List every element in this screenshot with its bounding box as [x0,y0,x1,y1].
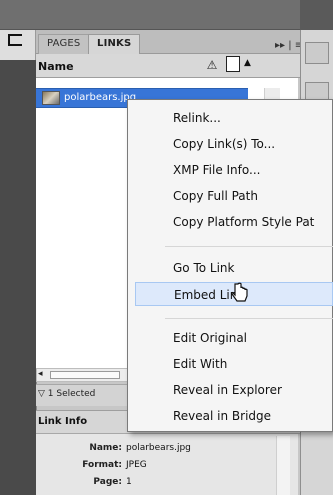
panel-menu-button[interactable]: ▸▸ | ≡ [275,40,303,51]
info-value-name: polarbears.jpg [126,443,191,453]
application-bar [0,0,333,30]
menu-item-copy-links-to[interactable]: Copy Link(s) To... [135,132,333,156]
menu-item-xmp-file-info[interactable]: XMP File Info... [135,158,333,182]
menu-item-go-to-link[interactable]: Go To Link [135,256,333,280]
menu-separator [165,246,333,247]
menu-item-reveal-in-bridge[interactable]: Reveal in Bridge [135,404,333,428]
warning-icon[interactable]: ⚠ [205,58,219,72]
left-strip [0,30,36,495]
menu-item-edit-with[interactable]: Edit With [135,352,333,376]
info-value-page: 1 [126,477,132,487]
tab-links[interactable]: LINKS [88,34,141,54]
menu-item-copy-platform-style-path[interactable]: Copy Platform Style Pat [135,210,333,234]
scroll-left-arrow-icon[interactable]: ◂ [38,369,43,379]
page-icon[interactable] [226,56,240,72]
tab-pages[interactable]: PAGES [38,34,90,54]
tool-cell-top[interactable] [305,42,329,64]
menu-item-copy-full-path[interactable]: Copy Full Path [135,184,333,208]
menu-separator [165,318,333,319]
horizontal-scroll-thumb[interactable] [50,371,120,379]
link-name: polarbears.jpg [64,92,137,103]
application-bar-right [300,0,333,30]
info-label-page: Page: [93,477,122,487]
info-value-format: JPEG [126,460,147,470]
info-label-format: Format: [82,460,122,470]
link-info-scrollbar[interactable] [276,436,290,495]
mouse-pointer-hand-icon [230,282,248,302]
selection-count[interactable]: ▽ 1 Selected [38,389,95,399]
image-thumbnail [42,91,60,105]
panel-dock-handle[interactable] [8,34,22,46]
menu-item-edit-original[interactable]: Edit Original [135,326,333,350]
info-label-name: Name: [89,443,122,453]
links-column-header [36,54,300,78]
menu-item-reveal-in-explorer[interactable]: Reveal in Explorer [135,378,333,402]
menu-item-relink[interactable]: Relink... [135,106,333,130]
link-info-title[interactable]: Link Info [38,416,87,427]
selection-count-label: 1 Selected [47,389,96,399]
column-name-header[interactable]: Name [38,60,74,73]
sort-arrow-icon[interactable]: ▲ [244,58,251,68]
